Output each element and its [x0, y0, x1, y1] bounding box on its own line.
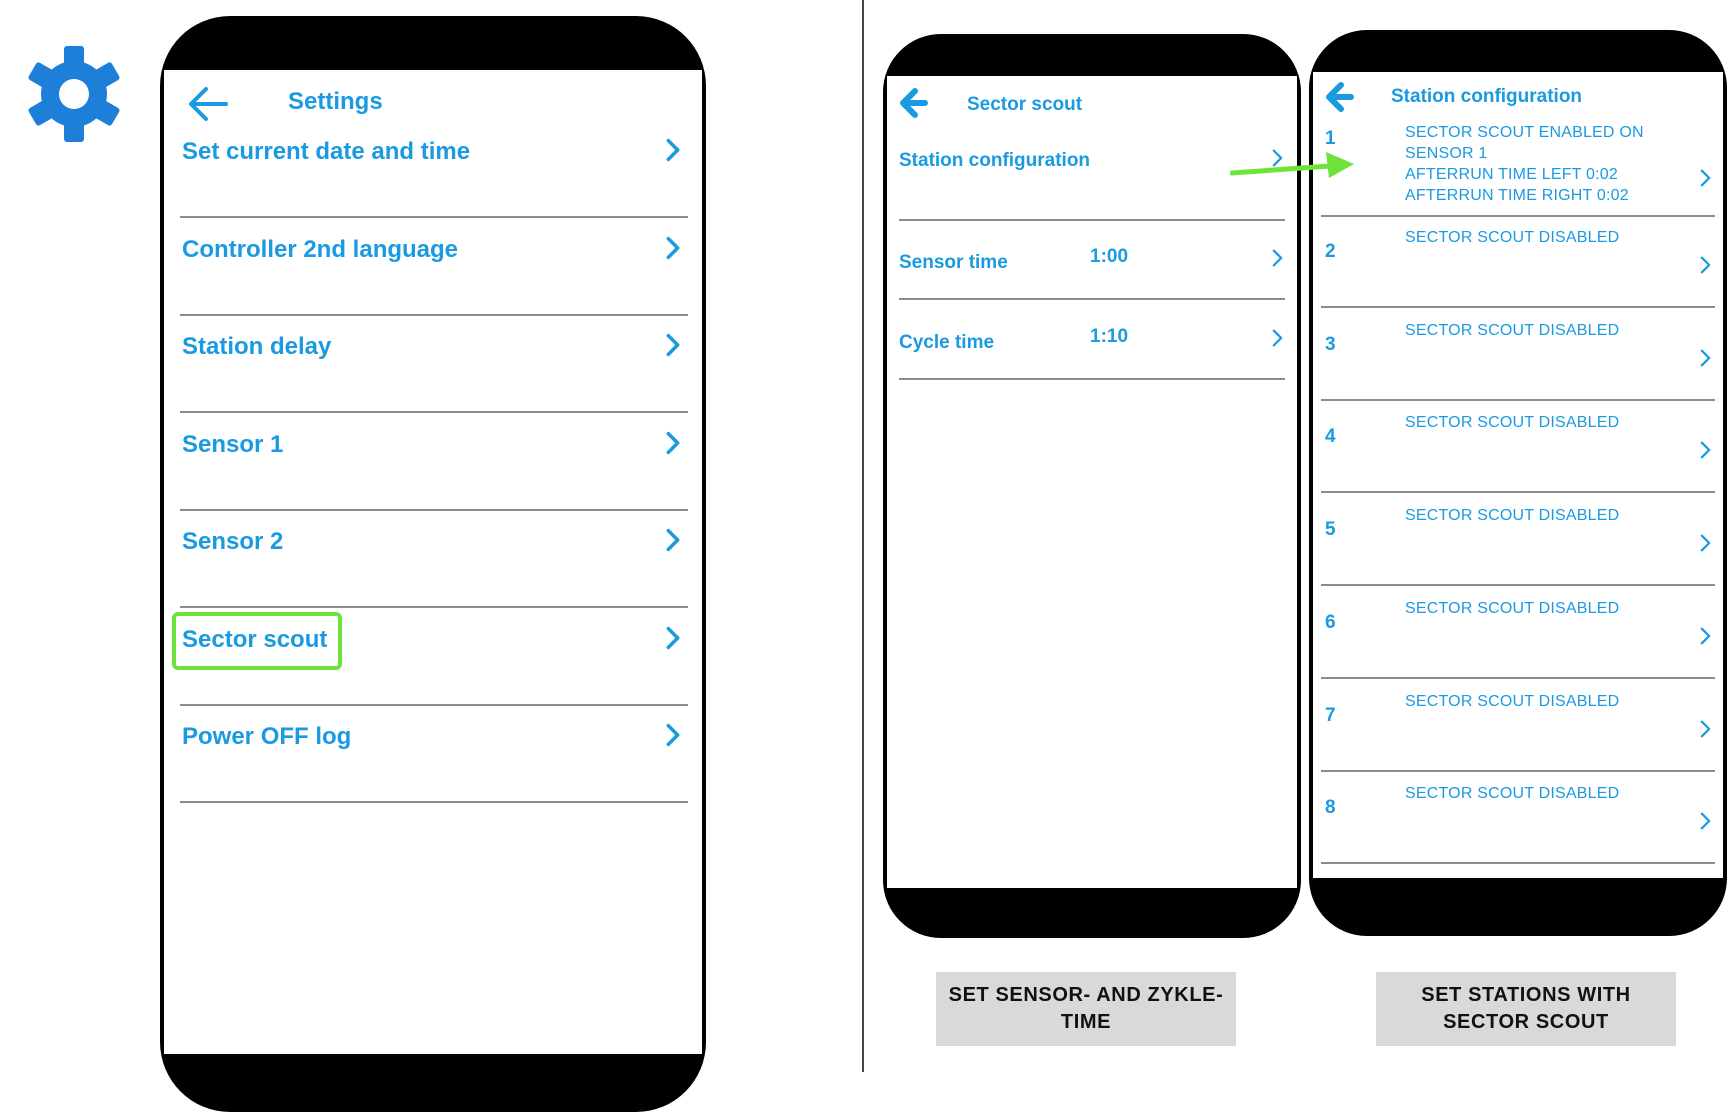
station-status-line: SECTOR SCOUT ENABLED ON	[1405, 124, 1644, 141]
station-status: SECTOR SCOUT DISABLED	[1405, 691, 1619, 712]
chevron-right-icon	[666, 431, 680, 455]
caption-sensor-cycle-time: SET SENSOR- AND ZYKLE- TIME	[936, 972, 1236, 1046]
chevron-right-icon	[666, 723, 680, 747]
back-arrow-icon[interactable]	[1323, 80, 1355, 119]
settings-item-label: Sector scout	[182, 625, 328, 653]
station-item[interactable]: 4 SECTOR SCOUT DISABLED	[1321, 400, 1715, 494]
settings-item[interactable]: Sensor 2	[180, 508, 688, 608]
chevron-right-icon	[1700, 719, 1711, 739]
chevron-right-icon	[666, 528, 680, 552]
station-item[interactable]: 2 SECTOR SCOUT DISABLED	[1321, 215, 1715, 308]
settings-item[interactable]: Controller 2nd language	[180, 216, 688, 316]
panel-divider	[862, 0, 864, 1072]
station-status-line: SENSOR 1	[1405, 145, 1488, 162]
settings-item[interactable]: Power OFF log	[180, 703, 688, 803]
station-status-line: SECTOR SCOUT DISABLED	[1405, 321, 1620, 339]
settings-item-label: Power OFF log	[182, 723, 352, 750]
station-status-line: SECTOR SCOUT DISABLED	[1405, 785, 1620, 803]
settings-item-label: Station delay	[182, 333, 332, 360]
station-status-line: SECTOR SCOUT DISABLED	[1405, 692, 1620, 710]
green-arrow-icon	[1230, 152, 1354, 178]
station-number: 4	[1325, 426, 1336, 448]
caption-stations-sector-scout: SET STATIONS WITH SECTOR SCOUT	[1376, 972, 1676, 1046]
chevron-right-icon	[1272, 328, 1283, 348]
settings-item[interactable]: Sector scout	[172, 606, 688, 706]
sector-scout-screen: Sector scout Station configuration Sensor…	[887, 76, 1297, 888]
station-number: 6	[1325, 611, 1336, 633]
page-title: Settings	[288, 88, 383, 115]
caption-line: SET SENSOR- AND ZYKLE-	[948, 984, 1224, 1006]
station-configuration-screen: Station configuration 1 SECTOR SCOUT ENAB…	[1313, 72, 1723, 878]
station-status: SECTOR SCOUT DISABLED	[1405, 598, 1619, 619]
station-status: SECTOR SCOUT DISABLED	[1405, 412, 1619, 433]
settings-item[interactable]: Station delay	[180, 313, 688, 413]
station-number: 7	[1325, 704, 1336, 726]
phone-station-configuration: Station configuration 1 SECTOR SCOUT ENAB…	[1309, 30, 1727, 936]
gear-icon	[28, 46, 120, 142]
sector-scout-item-value: 1:10	[1090, 326, 1129, 347]
sector-scout-item-label: Cycle time	[899, 332, 995, 353]
station-status: SECTOR SCOUT ENABLED ON SENSOR 1 AFTERRUN …	[1405, 122, 1644, 206]
chevron-right-icon	[1700, 440, 1711, 460]
caption-line: TIME	[1060, 1011, 1112, 1033]
chevron-right-icon	[666, 138, 680, 162]
chevron-right-icon	[666, 333, 680, 357]
caption-line: SECTOR SCOUT	[1443, 1011, 1609, 1033]
station-status: SECTOR SCOUT DISABLED	[1405, 320, 1619, 341]
station-status-line: SECTOR SCOUT DISABLED	[1405, 599, 1620, 617]
settings-screen: Settings Set current date and time Contro…	[164, 70, 702, 1054]
station-item[interactable]: 1 SECTOR SCOUT ENABLED ON SENSOR 1 AFTERRUN…	[1321, 122, 1715, 217]
station-status: SECTOR SCOUT DISABLED	[1405, 227, 1619, 248]
station-item[interactable]: 6 SECTOR SCOUT DISABLED	[1321, 586, 1715, 679]
settings-item-label: Sensor 1	[182, 430, 284, 458]
station-item[interactable]: 8 SECTOR SCOUT DISABLED	[1321, 771, 1715, 865]
chevron-right-icon	[1272, 248, 1283, 268]
station-number: 1	[1325, 128, 1336, 149]
station-item[interactable]: 7 SECTOR SCOUT DISABLED	[1321, 679, 1715, 772]
station-item[interactable]: 3 SECTOR SCOUT DISABLED	[1321, 308, 1715, 401]
settings-item[interactable]: Set current date and time	[180, 118, 688, 218]
chevron-right-icon	[1700, 255, 1711, 275]
station-status-line: AFTERRUN TIME LEFT 0:02	[1405, 166, 1618, 183]
chevron-right-icon	[666, 626, 680, 650]
sector-scout-item[interactable]: Cycle time 1:10	[899, 300, 1285, 380]
chevron-right-icon	[666, 236, 680, 260]
station-status: SECTOR SCOUT DISABLED	[1405, 783, 1619, 804]
chevron-right-icon	[1700, 348, 1711, 368]
settings-item-label: Controller 2nd language	[182, 235, 459, 263]
station-number: 5	[1325, 519, 1336, 541]
station-status-line: AFTERRUN TIME RIGHT 0:02	[1405, 187, 1629, 204]
station-number: 3	[1325, 333, 1336, 355]
caption-line: SET STATIONS WITH	[1421, 984, 1631, 1006]
station-item[interactable]: 5 SECTOR SCOUT DISABLED	[1321, 493, 1715, 587]
station-status-line: SECTOR SCOUT DISABLED	[1405, 229, 1620, 246]
page-title: Station configuration	[1391, 86, 1583, 107]
station-status: SECTOR SCOUT DISABLED	[1405, 505, 1619, 526]
station-number: 2	[1325, 241, 1336, 262]
sector-scout-item-label: Station configuration	[899, 150, 1091, 171]
station-status-line: SECTOR SCOUT DISABLED	[1405, 414, 1620, 432]
chevron-right-icon	[1700, 811, 1711, 831]
back-arrow-icon[interactable]	[897, 86, 929, 125]
settings-item[interactable]: Sensor 1	[180, 411, 688, 511]
settings-item-label: Sensor 2	[182, 528, 284, 555]
chevron-right-icon	[1700, 533, 1711, 553]
phone-settings: Settings Set current date and time Contro…	[160, 16, 706, 1112]
page-title: Sector scout	[967, 94, 1083, 115]
chevron-right-icon	[1700, 626, 1711, 646]
settings-item-label: Set current date and time	[182, 138, 471, 165]
station-status-line: SECTOR SCOUT DISABLED	[1405, 507, 1620, 525]
sector-scout-item[interactable]: Station configuration	[899, 130, 1285, 221]
station-number: 8	[1325, 797, 1336, 819]
sector-scout-item-label: Sensor time	[899, 252, 1008, 273]
chevron-right-icon	[1700, 168, 1711, 188]
sector-scout-item-value: 1:00	[1090, 246, 1129, 267]
sector-scout-item[interactable]: Sensor time 1:00	[899, 220, 1285, 300]
